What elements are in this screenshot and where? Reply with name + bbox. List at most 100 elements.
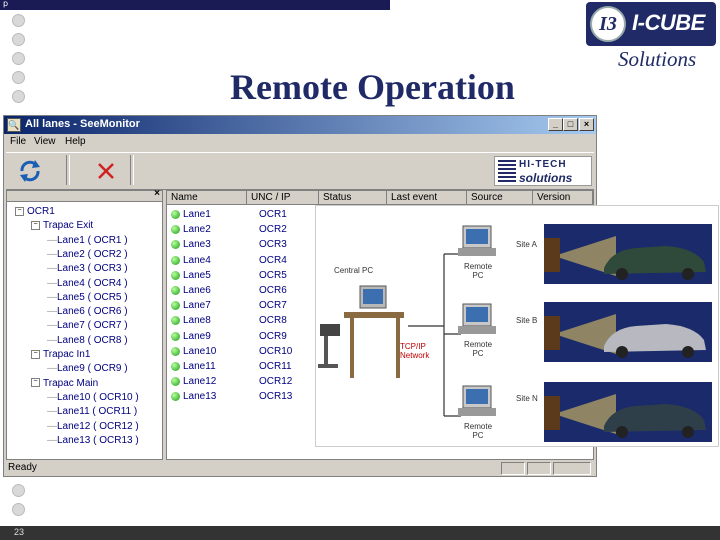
status-ok-icon bbox=[171, 331, 180, 341]
lane-unc-cell: OCR3 bbox=[259, 239, 287, 251]
minimize-button[interactable]: _ bbox=[548, 118, 563, 131]
remote-pc-label: Remote PC bbox=[464, 422, 493, 440]
tree-lane-item[interactable]: —Lane11 ( OCR11 ) bbox=[47, 405, 137, 419]
remote-pc-icon bbox=[458, 303, 496, 334]
tree-connector: — bbox=[47, 248, 57, 260]
status-bar: Ready bbox=[6, 462, 594, 476]
tree-root[interactable]: − OCR1 bbox=[15, 205, 55, 219]
refresh-icon[interactable] bbox=[16, 158, 44, 184]
tree-lane-item[interactable]: —Lane12 ( OCR12 ) bbox=[47, 420, 139, 434]
menu-help[interactable]: Help bbox=[65, 136, 86, 147]
lane-name-cell: Lane9 bbox=[183, 330, 211, 342]
maximize-button[interactable]: □ bbox=[563, 118, 578, 131]
tree-item-label: Lane5 ( OCR5 ) bbox=[57, 291, 128, 303]
lane-name-cell: Lane8 bbox=[183, 315, 211, 327]
tree-lane-item[interactable]: —Lane13 ( OCR13 ) bbox=[47, 434, 139, 448]
bullet-dot bbox=[12, 33, 25, 46]
lane-name-cell: Lane12 bbox=[183, 376, 217, 388]
column-header-source[interactable]: Source bbox=[467, 191, 533, 205]
column-header-version[interactable]: Version bbox=[533, 191, 593, 205]
tree-connector: — bbox=[47, 306, 57, 318]
tree-lane-item[interactable]: —Lane6 ( OCR6 ) bbox=[47, 305, 128, 319]
bullet-dot bbox=[12, 484, 25, 497]
tree-lane-item[interactable]: —Lane7 ( OCR7 ) bbox=[47, 319, 128, 333]
logo-tagline: Solutions bbox=[618, 47, 697, 71]
hi-tech-logo: HI-TECH solutions bbox=[494, 156, 592, 186]
tree-collapse-toggle[interactable]: − bbox=[31, 349, 40, 359]
tree-item-label: Lane2 ( OCR2 ) bbox=[57, 248, 128, 260]
remote-network-diagram: Central PC TCP/IP Network Remote PC Remo… bbox=[315, 205, 719, 447]
site-camera-car-icon bbox=[544, 302, 712, 362]
tree-item-label: Lane13 ( OCR13 ) bbox=[57, 434, 139, 446]
i3-logo-mark: I3 bbox=[590, 6, 626, 42]
column-header-status[interactable]: Status bbox=[319, 191, 387, 205]
tree-lane-item[interactable]: —Lane3 ( OCR3 ) bbox=[47, 262, 128, 276]
close-x-icon[interactable] bbox=[92, 158, 120, 184]
tree-lane-item[interactable]: —Lane10 ( OCR10 ) bbox=[47, 391, 139, 405]
close-window-button[interactable]: × bbox=[579, 118, 594, 131]
menu-view[interactable]: View bbox=[34, 136, 56, 147]
tree-lane-item[interactable]: —Lane5 ( OCR5 ) bbox=[47, 291, 128, 305]
status-cell bbox=[553, 462, 591, 475]
tree-group[interactable]: − Trapac Main bbox=[31, 377, 98, 391]
tree-item-label: Lane12 ( OCR12 ) bbox=[57, 420, 139, 432]
status-ok-icon bbox=[171, 286, 180, 295]
tree-collapse-toggle[interactable]: − bbox=[31, 221, 40, 231]
status-ok-icon bbox=[171, 270, 180, 280]
column-header-unc-ip[interactable]: UNC / IP bbox=[247, 191, 319, 205]
remote-pc-label: Remote PC bbox=[464, 262, 493, 280]
decorative-bullets-bottom bbox=[12, 484, 25, 522]
tree-collapse-toggle[interactable]: − bbox=[31, 378, 40, 388]
remote-pc-icon bbox=[458, 385, 496, 416]
status-ok-icon bbox=[171, 316, 180, 326]
status-ok-icon bbox=[171, 301, 180, 311]
tree-item-label: Lane10 ( OCR10 ) bbox=[57, 391, 139, 403]
column-header-name[interactable]: Name bbox=[167, 191, 247, 205]
tree-item-label: Lane8 ( OCR8 ) bbox=[57, 334, 128, 346]
lane-name-cell: Lane2 bbox=[183, 224, 211, 236]
status-ok-icon bbox=[171, 255, 180, 265]
status-ok-icon bbox=[171, 210, 180, 219]
column-header-last-event[interactable]: Last event bbox=[387, 191, 467, 205]
tree-connector: — bbox=[47, 291, 57, 303]
status-ok-icon bbox=[171, 377, 180, 387]
status-cell bbox=[501, 462, 525, 475]
window-title-bar[interactable]: 🔍 All lanes - SeeMonitor _ □ × bbox=[4, 116, 596, 134]
tree-lane-item[interactable]: —Lane1 ( OCR1 ) bbox=[47, 234, 128, 248]
status-text: Ready bbox=[8, 462, 37, 473]
window-title: All lanes - SeeMonitor bbox=[25, 118, 140, 130]
page-number: 23 bbox=[14, 527, 25, 537]
status-ok-icon bbox=[171, 346, 180, 356]
tree-lane-item[interactable]: —Lane4 ( OCR4 ) bbox=[47, 277, 128, 291]
tree-connector: — bbox=[47, 334, 57, 346]
lane-name-cell: Lane6 bbox=[183, 285, 211, 296]
tree-lane-item[interactable]: —Lane8 ( OCR8 ) bbox=[47, 334, 128, 348]
status-ok-icon bbox=[171, 362, 180, 371]
lane-name-cell: Lane5 bbox=[183, 269, 211, 281]
menu-bar: File View Help bbox=[4, 134, 596, 150]
tree-collapse-toggle[interactable]: − bbox=[15, 206, 24, 216]
tree-connector: — bbox=[47, 391, 57, 403]
i-cube-logo: I3 I-CUBE bbox=[586, 2, 716, 46]
bullet-dot bbox=[12, 71, 25, 84]
tree-connector: — bbox=[47, 277, 57, 289]
tree-lane-item[interactable]: —Lane9 ( OCR9 ) bbox=[47, 362, 128, 376]
top-mark: p bbox=[3, 0, 9, 8]
lane-unc-cell: OCR13 bbox=[259, 391, 293, 403]
menu-file[interactable]: File bbox=[10, 136, 26, 147]
lane-unc-cell: OCR7 bbox=[259, 300, 287, 312]
tree-group[interactable]: − Trapac Exit bbox=[31, 219, 93, 233]
tree-lane-item[interactable]: —Lane2 ( OCR2 ) bbox=[47, 248, 128, 262]
bullet-dot bbox=[12, 52, 25, 65]
lane-unc-cell: OCR11 bbox=[259, 361, 292, 372]
bottom-bar: 23 bbox=[0, 526, 720, 540]
lane-name-cell: Lane3 bbox=[183, 239, 211, 251]
brand-top: HI-TECH bbox=[519, 159, 567, 170]
hi-tech-mark-icon bbox=[498, 160, 516, 182]
logo-name: I-CUBE bbox=[632, 10, 705, 35]
lane-unc-cell: OCR10 bbox=[259, 345, 293, 357]
site-label: Site A bbox=[516, 240, 537, 249]
tree-connector: — bbox=[47, 320, 57, 332]
tree-group[interactable]: − Trapac In1 bbox=[31, 348, 90, 362]
tree-pane-close-button[interactable]: × bbox=[154, 188, 160, 199]
